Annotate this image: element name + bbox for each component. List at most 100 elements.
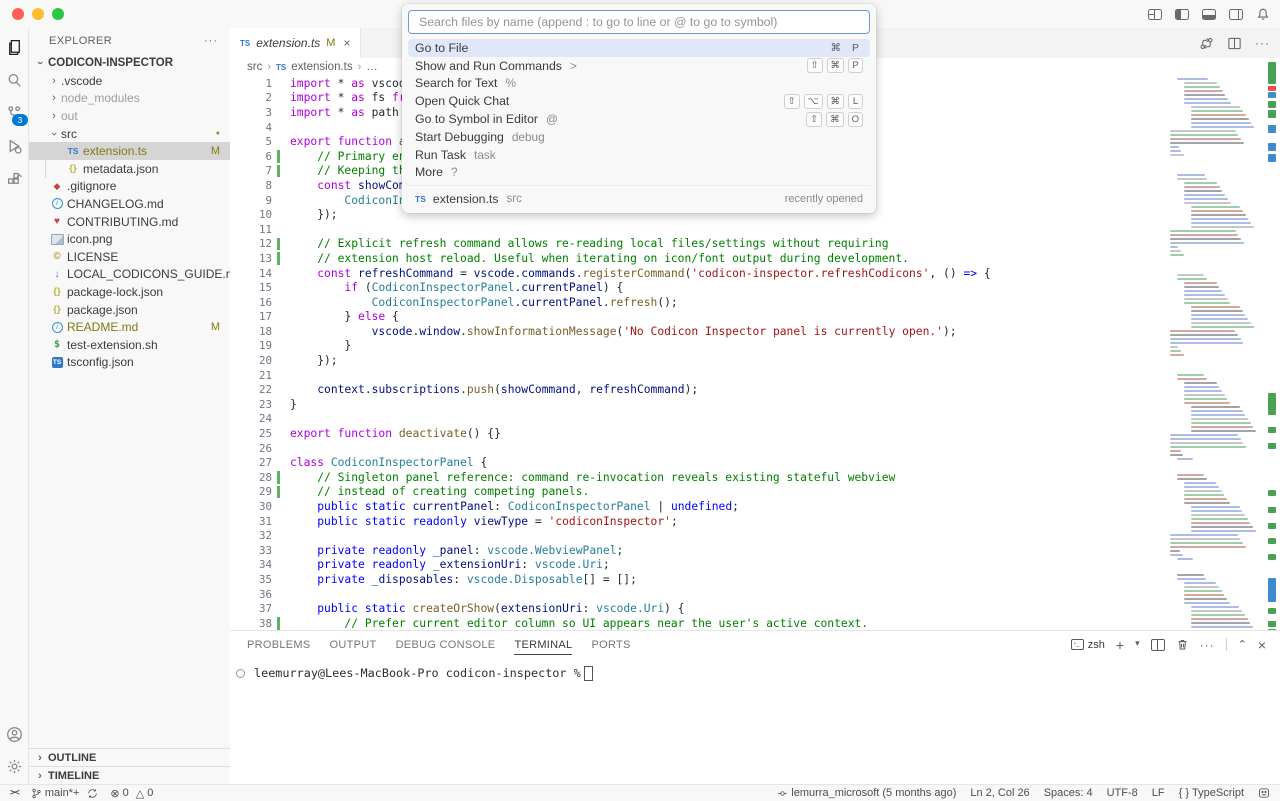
breadcrumb-file[interactable]: extension.ts bbox=[291, 61, 352, 73]
file-node-modules[interactable]: ›node_modules bbox=[29, 90, 230, 108]
search-icon[interactable] bbox=[4, 70, 24, 90]
close-window-button[interactable] bbox=[12, 8, 24, 20]
breadcrumb-symbol[interactable]: … bbox=[366, 61, 378, 73]
customize-layout-icon[interactable] bbox=[1148, 9, 1162, 20]
toggle-panel-icon[interactable] bbox=[1202, 9, 1216, 20]
language-mode[interactable]: { } TypeScript bbox=[1179, 787, 1244, 799]
kill-terminal-trash-icon[interactable] bbox=[1176, 638, 1189, 651]
tab-close-icon[interactable]: × bbox=[343, 36, 350, 50]
file-tsconfig-json[interactable]: TStsconfig.json bbox=[29, 354, 230, 372]
code-line: 22 context.subscriptions.push(showComman… bbox=[230, 382, 1280, 397]
timeline-section-header[interactable]: › TIMELINE bbox=[29, 766, 230, 784]
file-license[interactable]: ©LICENSE bbox=[29, 248, 230, 266]
file-extension-ts[interactable]: TSextension.tsM bbox=[29, 142, 230, 160]
split-terminal-icon[interactable] bbox=[1151, 639, 1165, 651]
panel-tab-terminal[interactable]: TERMINAL bbox=[514, 639, 572, 651]
run-debug-icon[interactable] bbox=[4, 136, 24, 156]
open-changes-icon[interactable] bbox=[1199, 36, 1214, 51]
file-label: LICENSE bbox=[67, 250, 118, 264]
terminal-profile[interactable]: ›_ zsh bbox=[1071, 639, 1105, 651]
panel-more-actions-icon[interactable]: ··· bbox=[1200, 638, 1215, 652]
extensions-icon[interactable] bbox=[4, 169, 24, 189]
bell-icon[interactable] bbox=[1256, 7, 1270, 21]
maximize-panel-icon[interactable]: ⌃ bbox=[1238, 638, 1247, 651]
toggle-primary-sidebar-icon[interactable] bbox=[1175, 9, 1189, 20]
palette-item-suffix: task bbox=[474, 148, 496, 162]
file-out[interactable]: ›out bbox=[29, 107, 230, 125]
file-test-extension-sh[interactable]: $test-extension.sh bbox=[29, 336, 230, 354]
file-src[interactable]: ›src● bbox=[29, 125, 230, 143]
commit-info[interactable]: lemurra_microsoft (5 months ago) bbox=[777, 787, 956, 799]
project-root-row[interactable]: › CODICON-INSPECTOR bbox=[29, 54, 230, 72]
palette-item-go-to-file[interactable]: Go to File⌘P bbox=[408, 39, 870, 57]
palette-item-search-for-text[interactable]: Search for Text% bbox=[408, 75, 870, 93]
file-package-lock-json[interactable]: {}package-lock.json bbox=[29, 283, 230, 301]
file-readme-md[interactable]: iREADME.mdM bbox=[29, 318, 230, 336]
palette-item-run-task[interactable]: Run Tasktask bbox=[408, 146, 870, 164]
file-local-codicons-guide-md[interactable]: ↓LOCAL_CODICONS_GUIDE.md bbox=[29, 266, 230, 284]
typescript-file-icon: TS bbox=[240, 39, 250, 48]
terminal-content[interactable]: leemurray@Lees-MacBook-Pro codicon-inspe… bbox=[230, 658, 1280, 681]
panel-tab-debug-console[interactable]: DEBUG CONSOLE bbox=[396, 639, 496, 651]
explorer-more-actions-icon[interactable]: ··· bbox=[204, 35, 218, 47]
code-line: 36 bbox=[230, 587, 1280, 602]
tab-extension-ts[interactable]: TS extension.ts M × bbox=[230, 28, 361, 58]
split-editor-icon[interactable] bbox=[1227, 36, 1242, 51]
file-vscode[interactable]: ›.vscode bbox=[29, 72, 230, 90]
panel-tab-problems[interactable]: PROBLEMS bbox=[247, 639, 311, 651]
palette-item-more[interactable]: More? bbox=[408, 164, 870, 182]
file-gitignore[interactable]: ◆.gitignore bbox=[29, 178, 230, 196]
key-cap: ⇧ bbox=[806, 112, 822, 127]
editor-more-actions-icon[interactable]: ··· bbox=[1255, 36, 1270, 50]
ruler-marker bbox=[1268, 523, 1276, 529]
panel-tab-output[interactable]: OUTPUT bbox=[330, 639, 377, 651]
file-metadata-json[interactable]: {}metadata.json bbox=[29, 160, 230, 178]
zoom-window-button[interactable] bbox=[52, 8, 64, 20]
feedback-smiley-icon[interactable] bbox=[1258, 787, 1270, 799]
breadcrumb-src[interactable]: src bbox=[247, 61, 262, 73]
git-branch-status[interactable]: main*+ bbox=[31, 787, 99, 799]
source-control-icon[interactable]: 3 bbox=[4, 103, 24, 123]
recent-file-extension-ts[interactable]: TS extension.ts src recently opened bbox=[408, 189, 870, 208]
remote-indicator[interactable]: >< bbox=[10, 788, 19, 798]
key-cap: ⌘ bbox=[826, 112, 844, 127]
minimize-window-button[interactable] bbox=[32, 8, 44, 20]
file-changelog-md[interactable]: iCHANGELOG.md bbox=[29, 195, 230, 213]
panel-tab-ports[interactable]: PORTS bbox=[591, 639, 630, 651]
problems-status[interactable]: ⊗0 △0 bbox=[110, 787, 153, 800]
palette-item-show-and-run-commands[interactable]: Show and Run Commands>⇧⌘P bbox=[408, 57, 870, 75]
branch-icon bbox=[31, 788, 42, 799]
quick-open-input-box[interactable] bbox=[408, 10, 870, 34]
eol-setting[interactable]: LF bbox=[1152, 787, 1165, 799]
outline-section-header[interactable]: › OUTLINE bbox=[29, 748, 230, 766]
palette-item-open-quick-chat[interactable]: Open Quick Chat⇧⌥⌘L bbox=[408, 92, 870, 110]
minimap[interactable] bbox=[1168, 78, 1264, 630]
quick-open-input[interactable] bbox=[417, 14, 861, 30]
encoding-setting[interactable]: UTF-8 bbox=[1107, 787, 1138, 799]
settings-gear-icon[interactable] bbox=[4, 756, 24, 776]
line-number: 17 bbox=[230, 310, 272, 323]
panel-tab-label: TERMINAL bbox=[514, 639, 572, 655]
explorer-icon[interactable] bbox=[4, 37, 24, 57]
terminal-dropdown-chevron-icon[interactable]: ▾ bbox=[1135, 638, 1140, 649]
commit-label: lemurra_microsoft (5 months ago) bbox=[791, 787, 956, 799]
line-number: 23 bbox=[230, 398, 272, 411]
line-number: 8 bbox=[230, 179, 272, 192]
new-terminal-icon[interactable]: + bbox=[1116, 637, 1124, 653]
key-cap: ⌘ bbox=[828, 40, 845, 55]
git-added-gutter bbox=[277, 252, 280, 265]
terminal-prompt: leemurray@Lees-MacBook-Pro codicon-inspe… bbox=[254, 666, 581, 680]
file-label: icon.png bbox=[67, 232, 112, 246]
toggle-secondary-sidebar-icon[interactable] bbox=[1229, 9, 1243, 20]
line-number: 26 bbox=[230, 442, 272, 455]
cursor-position[interactable]: Ln 2, Col 26 bbox=[970, 787, 1029, 799]
palette-item-go-to-symbol-in-editor[interactable]: Go to Symbol in Editor@⇧⌘O bbox=[408, 110, 870, 128]
file-icon-png[interactable]: icon.png bbox=[29, 230, 230, 248]
palette-item-start-debugging[interactable]: Start Debuggingdebug bbox=[408, 128, 870, 146]
file-contributing-md[interactable]: ♥CONTRIBUTING.md bbox=[29, 213, 230, 231]
file-package-json[interactable]: {}package.json bbox=[29, 301, 230, 319]
account-icon[interactable] bbox=[4, 724, 24, 744]
indentation-setting[interactable]: Spaces: 4 bbox=[1044, 787, 1093, 799]
line-number: 12 bbox=[230, 237, 272, 250]
close-panel-icon[interactable]: × bbox=[1258, 637, 1266, 653]
